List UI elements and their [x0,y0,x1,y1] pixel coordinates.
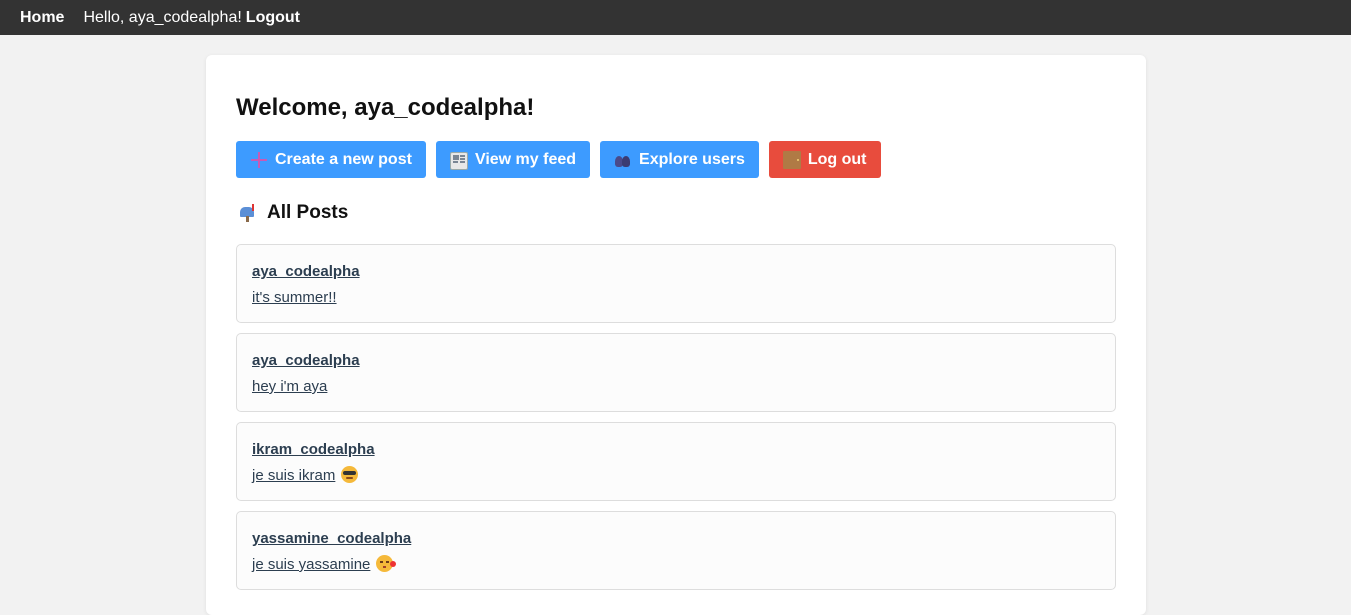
top-nav-bar: Home Hello, aya_codealpha! Logout [0,0,1351,35]
newspaper-icon [449,151,468,170]
nav-logout-link[interactable]: Logout [246,9,300,27]
post-content-link[interactable]: hey i'm aya [252,377,1100,397]
create-post-button[interactable]: Create a new post [236,141,426,178]
users-icon [614,151,632,169]
explore-users-button[interactable]: Explore users [600,141,759,178]
post-content-text: je suis ikram [252,467,336,484]
mailbox-icon [240,204,258,222]
log-out-label: Log out [807,150,867,168]
post-content-link[interactable]: it's summer!! [252,288,1100,308]
create-post-label: Create a new post [275,150,412,168]
nav-greeting: Hello, aya_codealpha! [83,8,242,26]
nav-home-link[interactable]: Home [20,9,64,27]
post-author-link[interactable]: aya_codealpha [252,262,360,282]
explore-users-label: Explore users [639,150,745,168]
posts-list: aya_codealpha it's summer!! aya_codealph… [236,244,1116,590]
all-posts-label: All Posts [267,202,349,223]
post-content-text: je suis yassamine [252,556,371,573]
view-feed-label: View my feed [474,150,577,168]
post-content-text: hey i'm aya [252,378,328,395]
post-author-link[interactable]: yassamine_codealpha [252,529,411,549]
post-card: yassamine_codealpha je suis yassamine [236,511,1116,590]
sunglasses-emoji-icon [341,466,359,483]
post-content-text: it's summer!! [252,289,337,306]
action-buttons: Create a new post View my feed Explore u… [236,141,1116,178]
plus-icon [250,151,268,169]
all-posts-heading: All Posts [236,201,1116,225]
post-content-link[interactable]: je suis ikram [252,466,1100,486]
post-author-link[interactable]: aya_codealpha [252,351,360,371]
main-card: Welcome, aya_codealpha! Create a new pos… [206,55,1146,615]
door-icon [782,150,801,169]
page-title: Welcome, aya_codealpha! [236,94,535,121]
kiss-emoji-icon [376,555,397,572]
log-out-button[interactable]: Log out [768,141,881,178]
post-card: aya_codealpha it's summer!! [236,244,1116,323]
view-feed-button[interactable]: View my feed [435,141,591,178]
post-card: ikram_codealpha je suis ikram [236,422,1116,501]
post-content-link[interactable]: je suis yassamine [252,555,1100,575]
post-card: aya_codealpha hey i'm aya [236,333,1116,412]
post-author-link[interactable]: ikram_codealpha [252,440,375,460]
